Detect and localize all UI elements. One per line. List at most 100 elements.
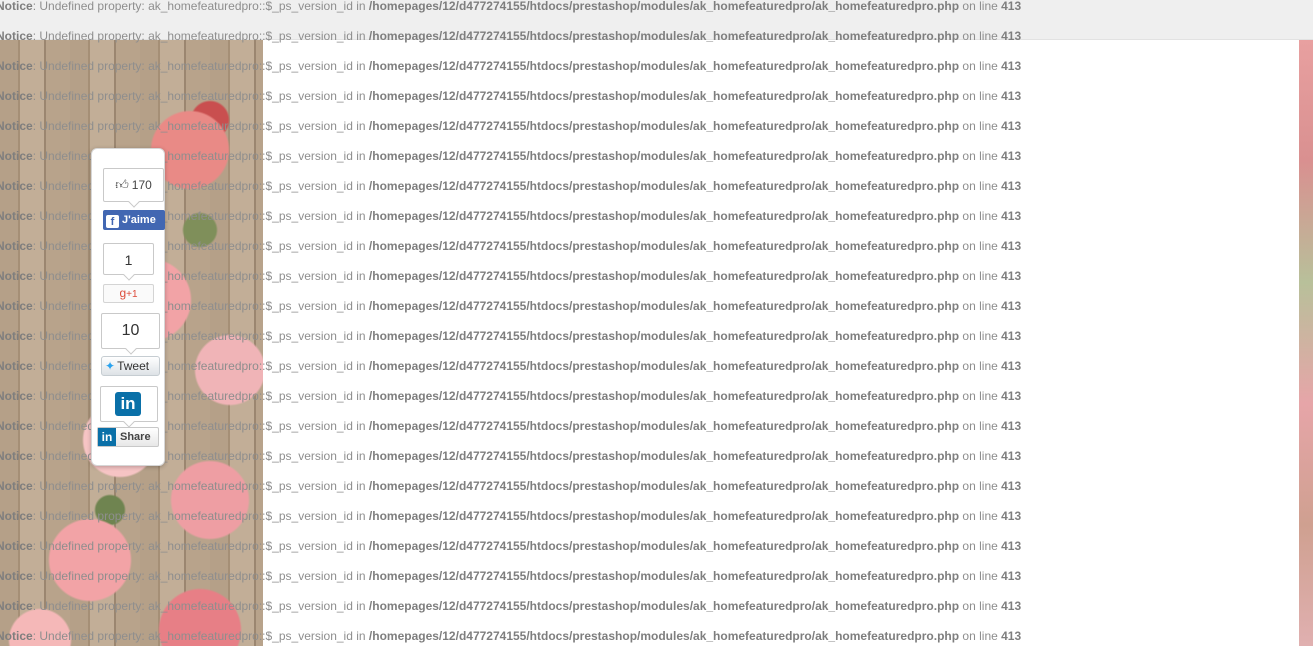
notice-file-path: /homepages/12/d477274155/htdocs/prestash… xyxy=(368,509,960,523)
twitter-tweet-count: 10 xyxy=(101,313,160,349)
facebook-like-count: 👍︎ 170 xyxy=(103,168,164,202)
notice-file-path: /homepages/12/d477274155/htdocs/prestash… xyxy=(368,59,960,73)
notice-line-number: 413 xyxy=(1001,479,1022,493)
google-plus-icon: g+1 xyxy=(119,286,138,300)
notice-line-number: 413 xyxy=(1001,359,1022,373)
notice-message: : Undefined property: ak_homefeaturedpro… xyxy=(32,389,369,403)
notice-file-path: /homepages/12/d477274155/htdocs/prestash… xyxy=(368,479,960,493)
notice-on-line: on line xyxy=(959,599,1002,613)
php-notice-list: Notice: Undefined property: ak_homefeatu… xyxy=(0,0,1313,646)
notice-file-path: /homepages/12/d477274155/htdocs/prestash… xyxy=(368,239,960,253)
notice-message: : Undefined property: ak_homefeaturedpro… xyxy=(32,479,369,493)
notice-on-line: on line xyxy=(959,629,1002,643)
notice-file-path: /homepages/12/d477274155/htdocs/prestash… xyxy=(368,629,960,643)
notice-label: Notice xyxy=(0,269,33,283)
notice-file-path: /homepages/12/d477274155/htdocs/prestash… xyxy=(368,89,960,103)
php-notice-line: Notice: Undefined property: ak_homefeatu… xyxy=(0,531,1313,561)
notice-label: Notice xyxy=(0,179,33,193)
php-notice-line: Notice: Undefined property: ak_homefeatu… xyxy=(0,621,1313,646)
notice-on-line: on line xyxy=(959,569,1002,583)
linkedin-count-box: in xyxy=(100,386,158,422)
notice-file-path: /homepages/12/d477274155/htdocs/prestash… xyxy=(368,299,960,313)
notice-file-path: /homepages/12/d477274155/htdocs/prestash… xyxy=(368,179,960,193)
notice-file-path: /homepages/12/d477274155/htdocs/prestash… xyxy=(368,599,960,613)
twitter-bird-icon: ✦ xyxy=(105,359,116,373)
php-notice-line: Notice: Undefined property: ak_homefeatu… xyxy=(0,591,1313,621)
notice-label: Notice xyxy=(0,329,33,343)
notice-label: Notice xyxy=(0,479,33,493)
notice-on-line: on line xyxy=(959,449,1002,463)
notice-message: : Undefined property: ak_homefeaturedpro… xyxy=(32,89,369,103)
notice-on-line: on line xyxy=(959,269,1002,283)
google-plus-count: 1 xyxy=(103,243,154,275)
notice-label: Notice xyxy=(0,119,33,133)
notice-on-line: on line xyxy=(959,0,1002,13)
php-notice-line: Notice: Undefined property: ak_homefeatu… xyxy=(0,321,1313,351)
notice-on-line: on line xyxy=(959,239,1002,253)
notice-line-number: 413 xyxy=(1001,419,1022,433)
php-notice-line: Notice: Undefined property: ak_homefeatu… xyxy=(0,351,1313,381)
notice-message: : Undefined property: ak_homefeaturedpro… xyxy=(32,329,369,343)
php-notice-line: Notice: Undefined property: ak_homefeatu… xyxy=(0,81,1313,111)
notice-message: : Undefined property: ak_homefeaturedpro… xyxy=(32,239,369,253)
notice-file-path: /homepages/12/d477274155/htdocs/prestash… xyxy=(368,359,960,373)
notice-line-number: 413 xyxy=(1001,89,1022,103)
notice-line-number: 413 xyxy=(1001,629,1022,643)
linkedin-share-button[interactable]: in Share xyxy=(97,427,159,447)
notice-on-line: on line xyxy=(959,179,1002,193)
notice-label: Notice xyxy=(0,209,33,223)
notice-label: Notice xyxy=(0,239,33,253)
notice-message: : Undefined property: ak_homefeaturedpro… xyxy=(32,269,369,283)
thumbs-up-icon: 👍︎ xyxy=(115,177,129,192)
notice-on-line: on line xyxy=(959,29,1002,43)
notice-line-number: 413 xyxy=(1001,119,1022,133)
notice-line-number: 413 xyxy=(1001,29,1022,43)
notice-file-path: /homepages/12/d477274155/htdocs/prestash… xyxy=(368,0,960,13)
notice-file-path: /homepages/12/d477274155/htdocs/prestash… xyxy=(368,149,960,163)
notice-line-number: 413 xyxy=(1001,0,1022,13)
php-notice-line: Notice: Undefined property: ak_homefeatu… xyxy=(0,111,1313,141)
notice-message: : Undefined property: ak_homefeaturedpro… xyxy=(32,179,369,193)
notice-label: Notice xyxy=(0,629,33,643)
social-share-widget: 👍︎ 170 f J'aime 1 g+1 10 ✦ Tweet in in Share xyxy=(91,148,165,466)
notice-line-number: 413 xyxy=(1001,389,1022,403)
notice-label: Notice xyxy=(0,89,33,103)
notice-line-number: 413 xyxy=(1001,509,1022,523)
notice-line-number: 413 xyxy=(1001,209,1022,223)
notice-line-number: 413 xyxy=(1001,449,1022,463)
notice-line-number: 413 xyxy=(1001,239,1022,253)
notice-label: Notice xyxy=(0,0,33,13)
notice-on-line: on line xyxy=(959,419,1002,433)
facebook-like-button[interactable]: f J'aime xyxy=(103,210,165,230)
tweet-button[interactable]: ✦ Tweet xyxy=(101,356,160,376)
notice-on-line: on line xyxy=(959,119,1002,133)
notice-file-path: /homepages/12/d477274155/htdocs/prestash… xyxy=(368,119,960,133)
notice-file-path: /homepages/12/d477274155/htdocs/prestash… xyxy=(368,29,960,43)
notice-on-line: on line xyxy=(959,329,1002,343)
notice-on-line: on line xyxy=(959,209,1002,223)
notice-file-path: /homepages/12/d477274155/htdocs/prestash… xyxy=(368,389,960,403)
php-notice-line: Notice: Undefined property: ak_homefeatu… xyxy=(0,21,1313,51)
notice-on-line: on line xyxy=(959,59,1002,73)
facebook-icon: f xyxy=(106,215,119,228)
notice-file-path: /homepages/12/d477274155/htdocs/prestash… xyxy=(368,449,960,463)
php-notice-line: Notice: Undefined property: ak_homefeatu… xyxy=(0,561,1313,591)
notice-line-number: 413 xyxy=(1001,149,1022,163)
linkedin-icon: in xyxy=(115,392,141,416)
google-plus-button[interactable]: g+1 xyxy=(103,284,154,303)
php-notice-line: Notice: Undefined property: ak_homefeatu… xyxy=(0,411,1313,441)
notice-line-number: 413 xyxy=(1001,179,1022,193)
php-notice-line: Notice: Undefined property: ak_homefeatu… xyxy=(0,471,1313,501)
notice-label: Notice xyxy=(0,449,33,463)
php-notice-line: Notice: Undefined property: ak_homefeatu… xyxy=(0,0,1313,21)
notice-label: Notice xyxy=(0,29,33,43)
notice-on-line: on line xyxy=(959,149,1002,163)
notice-label: Notice xyxy=(0,419,33,433)
notice-line-number: 413 xyxy=(1001,569,1022,583)
php-notice-line: Notice: Undefined property: ak_homefeatu… xyxy=(0,381,1313,411)
notice-message: : Undefined property: ak_homefeaturedpro… xyxy=(32,419,369,433)
notice-on-line: on line xyxy=(959,389,1002,403)
notice-label: Notice xyxy=(0,59,33,73)
notice-label: Notice xyxy=(0,599,33,613)
notice-message: : Undefined property: ak_homefeaturedpro… xyxy=(32,539,369,553)
